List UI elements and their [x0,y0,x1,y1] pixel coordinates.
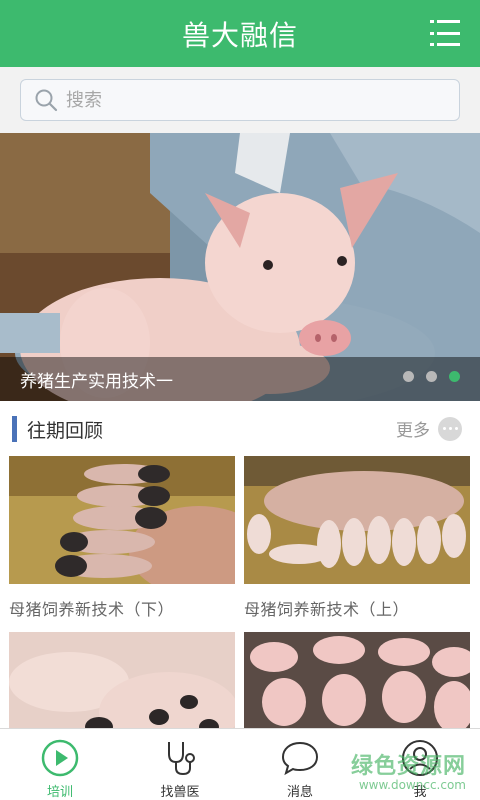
card-thumbnail [244,456,470,584]
banner-caption-text: 养猪生产实用技术一 [20,371,173,392]
menu-list-icon[interactable] [430,20,460,46]
more-dots-icon [438,416,462,441]
search-input[interactable] [66,89,426,111]
tab-messages[interactable]: 消息 [240,729,360,800]
search-icon [35,89,58,112]
search-bar-area [0,67,480,133]
banner-caption: 养猪生产实用技术一 [0,357,480,401]
video-card[interactable]: 母猪饲养新技术（下） [9,456,235,620]
carousel-dot-active[interactable] [449,371,460,382]
tab-label: 我 [413,785,427,800]
section-header: 往期回顾 更多 [0,410,480,448]
card-title: 母猪饲养新技术（上） [244,600,410,619]
stethoscope-icon [168,742,195,776]
more-label: 更多 [396,421,430,441]
carousel-indicator [391,371,460,382]
section-title: 往期回顾 [27,420,104,442]
card-title: 母猪饲养新技术（下） [9,600,175,619]
play-circle-icon [41,739,79,777]
video-card[interactable]: 母猪饲养新技术（上） [244,456,470,620]
tab-label: 培训 [46,785,73,800]
section-accent-bar [12,416,17,442]
tab-training[interactable]: 培训 [0,729,120,800]
search-box[interactable] [20,79,460,121]
carousel-dot[interactable] [426,371,437,382]
banner-carousel[interactable]: 养猪生产实用技术一 [0,133,480,401]
app-header: 兽大融信 [0,0,480,67]
tab-label: 找兽医 [160,785,200,800]
tab-label: 消息 [286,785,313,800]
card-thumbnail [9,456,235,584]
more-link[interactable]: 更多 [396,416,462,441]
chat-bubble-icon [281,741,319,776]
app-title: 兽大融信 [181,18,298,52]
person-icon [402,740,438,776]
bottom-tab-bar: 培训 找兽医 消息 我 [0,728,480,800]
tab-find-vet[interactable]: 找兽医 [120,729,240,800]
carousel-dot[interactable] [403,371,414,382]
tab-me[interactable]: 我 [360,729,480,800]
